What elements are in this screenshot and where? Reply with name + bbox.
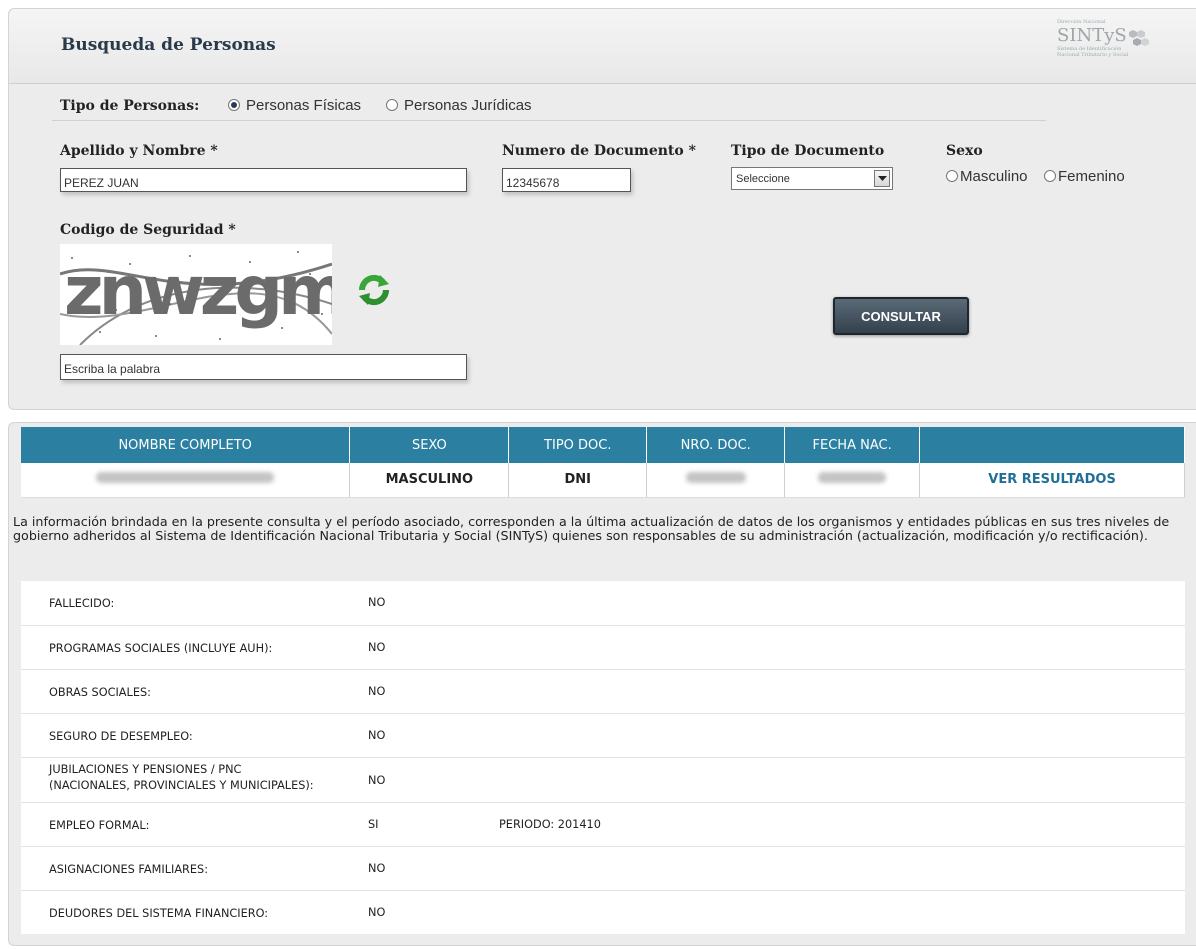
- results-panel: NOMBRE COMPLETO SEXO TIPO DOC. NRO. DOC.…: [8, 422, 1196, 946]
- radio-personas-fisicas[interactable]: [228, 99, 240, 111]
- tipo-documento-selected: Seleccione: [736, 173, 790, 185]
- captcha-text: znwzgm: [64, 252, 332, 331]
- refresh-captcha-icon[interactable]: [356, 272, 392, 308]
- detail-label-line-1: JUBILACIONES Y PENSIONES / PNC: [49, 763, 242, 776]
- detail-value: NO: [368, 729, 386, 742]
- list-item: PROGRAMAS SOCIALES (INCLUYE AUH): NO: [21, 626, 1185, 670]
- details-list: FALLECIDO: NO PROGRAMAS SOCIALES (INCLUY…: [21, 581, 1185, 934]
- radio-masculino[interactable]: [946, 170, 958, 182]
- header-fecha-nac: FECHA NAC.: [784, 427, 921, 463]
- tipo-personas-label: Tipo de Personas:: [60, 98, 200, 114]
- radio-personas-juridicas[interactable]: [386, 99, 398, 111]
- detail-value: SI: [368, 818, 379, 831]
- ver-resultados-link[interactable]: VER RESULTADOS: [988, 472, 1116, 487]
- list-item: SEGURO DE DESEMPLEO: NO: [21, 714, 1185, 758]
- detail-label: ASIGNACIONES FAMILIARES:: [49, 863, 209, 876]
- detail-label: FALLECIDO:: [49, 597, 115, 610]
- detail-label: PROGRAMAS SOCIALES (INCLUYE AUH):: [49, 642, 273, 655]
- list-item: ASIGNACIONES FAMILIARES: NO: [21, 847, 1185, 891]
- tipo-documento-label: Tipo de Documento: [731, 143, 885, 159]
- dropdown-button[interactable]: [874, 170, 890, 187]
- results-table: NOMBRE COMPLETO SEXO TIPO DOC. NRO. DOC.…: [21, 427, 1185, 498]
- hexagon-logo-icon: [1129, 30, 1149, 46]
- divider: [52, 120, 1046, 121]
- cell-ver-resultados: VER RESULTADOS: [919, 463, 1185, 498]
- radio-personas-juridicas-label[interactable]: Personas Jurídicas: [404, 97, 532, 114]
- detail-value: NO: [368, 596, 386, 609]
- redacted-nro-doc: [685, 472, 746, 484]
- list-item: DEUDORES DEL SISTEMA FINANCIERO: NO: [21, 891, 1185, 934]
- detail-periodo: PERIODO: 201410: [499, 818, 601, 831]
- header-nombre-completo: NOMBRE COMPLETO: [21, 427, 351, 463]
- detail-label: JUBILACIONES Y PENSIONES / PNC (NACIONAL…: [49, 762, 314, 794]
- detail-value: NO: [368, 906, 386, 919]
- header-sexo: SEXO: [349, 427, 510, 463]
- detail-value: NO: [368, 641, 386, 654]
- cell-nombre-redacted: [21, 463, 351, 498]
- list-item: OBRAS SOCIALES: NO: [21, 670, 1185, 714]
- apellido-nombre-label: Apellido y Nombre *: [60, 143, 218, 159]
- detail-label-line-2: (NACIONALES, PROVINCIALES Y MUNICIPALES)…: [49, 779, 314, 792]
- header-tipo-doc: TIPO DOC.: [508, 427, 648, 463]
- radio-personas-fisicas-label[interactable]: Personas Físicas: [246, 97, 361, 114]
- captcha-input[interactable]: Escriba la palabra: [60, 354, 467, 380]
- numero-documento-input[interactable]: 12345678: [502, 168, 631, 192]
- results-header-row: NOMBRE COMPLETO SEXO TIPO DOC. NRO. DOC.…: [21, 427, 1185, 463]
- search-panel: Busqueda de Personas Dirección Nacional …: [8, 8, 1196, 410]
- cell-fecha-nac-redacted: [784, 463, 921, 498]
- detail-label: OBRAS SOCIALES:: [49, 686, 151, 699]
- list-item: JUBILACIONES Y PENSIONES / PNC (NACIONAL…: [21, 758, 1185, 803]
- logo-line-3: Nacional Tributario y Social: [1057, 52, 1129, 58]
- detail-label: EMPLEO FORMAL:: [49, 819, 150, 832]
- logo-brand: SINTyS: [1057, 25, 1127, 46]
- numero-documento-label: Numero de Documento *: [502, 143, 696, 159]
- cell-tipo-doc: DNI: [508, 463, 648, 498]
- list-item: EMPLEO FORMAL: SI PERIODO: 201410: [21, 803, 1185, 847]
- detail-value: NO: [368, 685, 386, 698]
- search-panel-header: Busqueda de Personas Dirección Nacional …: [9, 9, 1196, 84]
- detail-label: SEGURO DE DESEMPLEO:: [49, 730, 193, 743]
- redacted-fecha-nac: [818, 472, 887, 484]
- page-title: Busqueda de Personas: [61, 35, 276, 55]
- apellido-nombre-input[interactable]: PEREZ JUAN: [60, 168, 467, 192]
- radio-masculino-label[interactable]: Masculino: [960, 168, 1028, 185]
- sexo-label: Sexo: [946, 143, 983, 159]
- captcha-image: znwzgm: [60, 244, 332, 345]
- redacted-nombre: [96, 472, 275, 484]
- header-actions: [919, 427, 1185, 463]
- sintys-logo: Dirección Nacional SINTyS Sistema de Ide…: [1057, 19, 1153, 73]
- cell-sexo: MASCULINO: [349, 463, 510, 498]
- table-row: MASCULINO DNI VER RESULTADOS: [21, 463, 1185, 498]
- radio-femenino[interactable]: [1044, 170, 1056, 182]
- detail-value: NO: [368, 862, 386, 875]
- detail-label: DEUDORES DEL SISTEMA FINANCIERO:: [49, 907, 269, 920]
- disclaimer-text: La información brindada en la presente c…: [13, 514, 1170, 543]
- list-item: FALLECIDO: NO: [21, 581, 1185, 626]
- consultar-button[interactable]: CONSULTAR: [833, 297, 969, 335]
- cell-nro-doc-redacted: [646, 463, 786, 498]
- tipo-documento-select[interactable]: Seleccione: [731, 167, 893, 190]
- header-nro-doc: NRO. DOC.: [646, 427, 786, 463]
- chevron-down-icon: [878, 176, 887, 181]
- codigo-seguridad-label: Codigo de Seguridad *: [60, 222, 236, 238]
- detail-value: NO: [368, 774, 386, 787]
- radio-femenino-label[interactable]: Femenino: [1058, 168, 1125, 185]
